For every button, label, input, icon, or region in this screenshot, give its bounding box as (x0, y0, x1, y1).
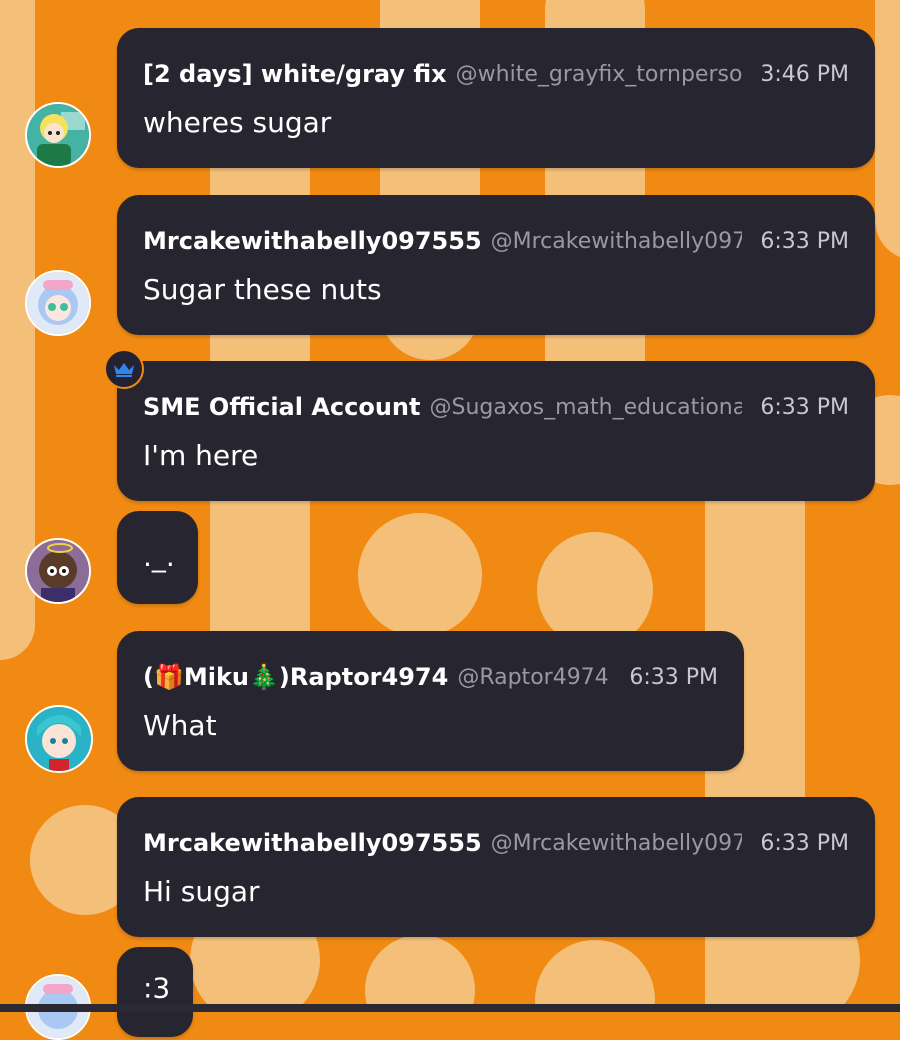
sender-name[interactable]: (🎁Miku🎄)Raptor4974 (143, 663, 448, 691)
message-header: [2 days] white/gray fix @white_grayfix_t… (143, 58, 849, 90)
message-text: Sugar these nuts (143, 273, 382, 306)
message-time: 6:33 PM (760, 394, 849, 420)
message-bubble[interactable]: [2 days] white/gray fix @white_grayfix_t… (117, 28, 875, 168)
message-time: 3:46 PM (760, 61, 849, 87)
avatar[interactable] (25, 102, 91, 168)
message-time: 6:33 PM (760, 830, 849, 856)
message-text: wheres sugar (143, 106, 332, 139)
message-text: :3 (143, 971, 171, 1005)
message-header: Mrcakewithabelly097555 @Mrcakewithabelly… (143, 827, 849, 859)
sender-name[interactable]: SME Official Account (143, 393, 420, 421)
chat-message-list[interactable]: [2 days] white/gray fix @white_grayfix_t… (0, 0, 900, 1040)
sender-handle[interactable]: @white_grayfix_tornperson (456, 62, 743, 87)
message-bubble[interactable]: Mrcakewithabelly097555 @Mrcakewithabelly… (117, 195, 875, 335)
message-bubble[interactable]: (🎁Miku🎄)Raptor4974 @Raptor4974 6:33 PM W… (117, 631, 744, 771)
sender-name[interactable]: [2 days] white/gray fix (143, 60, 447, 88)
avatar[interactable] (25, 538, 91, 604)
sender-handle[interactable]: @Mrcakewithabelly097555 (491, 831, 743, 856)
message-header: (🎁Miku🎄)Raptor4974 @Raptor4974 6:33 PM (143, 661, 718, 693)
message-time: 6:33 PM (760, 228, 849, 254)
sender-name[interactable]: Mrcakewithabelly097555 (143, 227, 482, 255)
message-bubble[interactable]: ._. (117, 511, 198, 604)
message-header: Mrcakewithabelly097555 @Mrcakewithabelly… (143, 225, 849, 257)
sender-name[interactable]: Mrcakewithabelly097555 (143, 829, 482, 857)
message-bubble[interactable]: :3 (117, 947, 193, 1037)
sender-handle[interactable]: @Raptor4974 (457, 665, 611, 690)
message-text: ._. (143, 539, 175, 573)
sender-handle[interactable]: @Sugaxos_math_educational (429, 395, 742, 420)
message-text: I'm here (143, 439, 259, 472)
avatar-brown-character-icon (27, 540, 89, 602)
avatar-miku-icon (27, 707, 91, 771)
avatar-mrcake-icon (27, 272, 89, 334)
avatar[interactable] (25, 705, 93, 773)
message-bubble[interactable]: Mrcakewithabelly097555 @Mrcakewithabelly… (117, 797, 875, 937)
message-text: What (143, 709, 217, 742)
message-header: SME Official Account @Sugaxos_math_educa… (143, 391, 849, 423)
message-bubble[interactable]: SME Official Account @Sugaxos_math_educa… (117, 361, 875, 501)
sender-handle[interactable]: @Mrcakewithabelly097555 (491, 229, 743, 254)
avatar-white-gray-fix-icon (27, 104, 89, 166)
message-time: 6:33 PM (629, 664, 718, 690)
bottom-bar (0, 1004, 900, 1012)
avatar[interactable] (25, 270, 91, 336)
message-text: Hi sugar (143, 875, 260, 908)
crown-icon (114, 363, 134, 377)
official-badge (104, 349, 144, 389)
